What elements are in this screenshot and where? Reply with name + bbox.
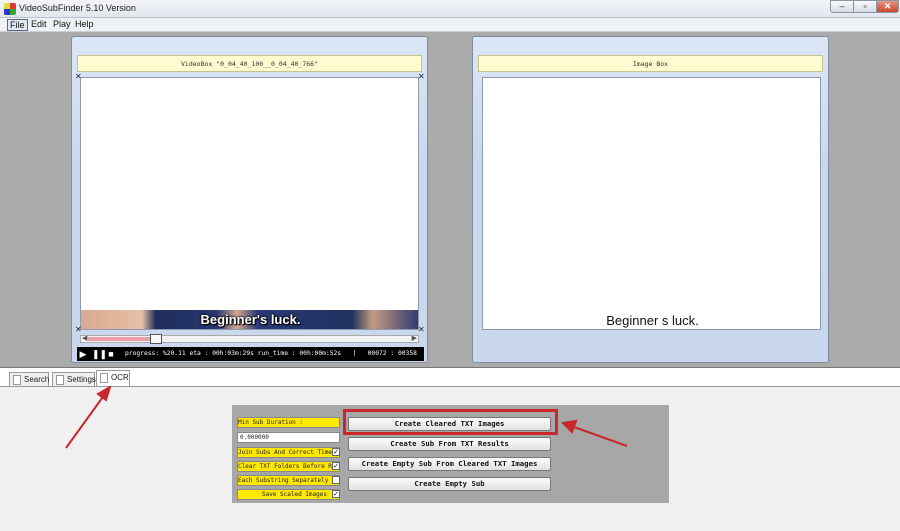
image-box-title: Image Box [478, 55, 823, 72]
video-frame-strip: Beginner's luck. [81, 310, 418, 329]
tab-ocr[interactable]: OCR [96, 370, 130, 386]
ocr-tab-content: Min Sub Duration : 0.000000 Join Subs An… [0, 386, 900, 531]
video-box-panel: VideoBox "0_04_40_100__0_04_40_766" Begi… [71, 36, 428, 363]
image-screen: Beginner s luck. [482, 77, 821, 330]
video-position-slider[interactable]: ◀ ▶ [80, 334, 419, 344]
video-screen: Beginner's luck. [80, 77, 419, 330]
corner-handle-icon[interactable]: ✕ [418, 326, 426, 334]
document-icon [13, 375, 21, 385]
menu-bar: File Edit Play Help [0, 18, 900, 32]
menu-edit[interactable]: Edit [29, 19, 49, 31]
clear-txt-folders-checkbox[interactable]: ✓ [332, 462, 340, 470]
title-bar: VideoSubFinder 5.10 Version – ▫ ✕ [0, 0, 900, 18]
annotation-highlight-box [343, 409, 558, 435]
workspace: VideoBox "0_04_40_100__0_04_40_766" Begi… [0, 32, 900, 368]
create-empty-sub-button[interactable]: Create Empty Sub [348, 477, 551, 491]
slider-right-arrow-icon[interactable]: ▶ [412, 334, 417, 342]
menu-play[interactable]: Play [51, 19, 73, 31]
slider-fill [87, 337, 153, 341]
join-subs-checkbox[interactable]: ✓ [332, 448, 340, 456]
tab-strip: Search Settings OCR [0, 369, 900, 386]
create-empty-sub-from-cleared-button[interactable]: Create Empty Sub From Cleared TXT Images [348, 457, 551, 471]
document-icon [100, 373, 108, 383]
pause-icon[interactable]: ❚❚ [92, 349, 107, 359]
close-button[interactable]: ✕ [876, 0, 899, 13]
tab-search[interactable]: Search [9, 372, 49, 386]
image-box-panel: Image Box Beginner s luck. [472, 36, 829, 363]
window-title: VideoSubFinder 5.10 Version [19, 3, 136, 13]
create-sub-from-txt-results-button[interactable]: Create Sub From TXT Results [348, 437, 551, 451]
tab-search-label: Search [24, 375, 50, 384]
menu-help[interactable]: Help [73, 19, 96, 31]
min-sub-duration-label: Min Sub Duration : [237, 417, 340, 428]
each-substring-label: Each Substring Separately [237, 475, 340, 486]
join-subs-label: Join Subs And Correct Time [237, 447, 340, 458]
app-icon [4, 3, 16, 15]
menu-file[interactable]: File [7, 19, 28, 31]
progress-readout: progress: %20.11 eta : 00h:03m:29s run_t… [125, 350, 417, 357]
document-icon [56, 375, 64, 385]
stop-icon[interactable]: ■ [106, 349, 116, 359]
play-icon[interactable]: ▶ [78, 349, 88, 359]
save-scaled-images-label: Save Scaled Images [237, 489, 340, 500]
video-subtitle-text: Beginner's luck. [200, 312, 301, 327]
tab-settings[interactable]: Settings [52, 372, 96, 386]
save-scaled-images-checkbox[interactable]: ✓ [332, 490, 340, 498]
min-sub-duration-input[interactable]: 0.000000 [237, 432, 340, 443]
tab-ocr-label: OCR [111, 373, 129, 382]
playback-controls: ▶ ❚❚ ■ progress: %20.11 eta : 00h:03m:29… [77, 347, 424, 361]
video-box-title: VideoBox "0_04_40_100__0_04_40_766" [77, 55, 422, 72]
corner-handle-icon[interactable]: ✕ [75, 73, 83, 81]
each-substring-checkbox[interactable] [332, 476, 340, 484]
tab-settings-label: Settings [67, 375, 96, 384]
maximize-button[interactable]: ▫ [853, 0, 877, 13]
minimize-button[interactable]: – [830, 0, 854, 13]
corner-handle-icon[interactable]: ✕ [75, 326, 83, 334]
image-subtitle-text: Beginner s luck. [606, 313, 699, 328]
clear-txt-folders-label: Clear TXT Folders Before Run [237, 461, 340, 472]
slider-thumb[interactable] [150, 334, 163, 344]
corner-handle-icon[interactable]: ✕ [418, 73, 426, 81]
